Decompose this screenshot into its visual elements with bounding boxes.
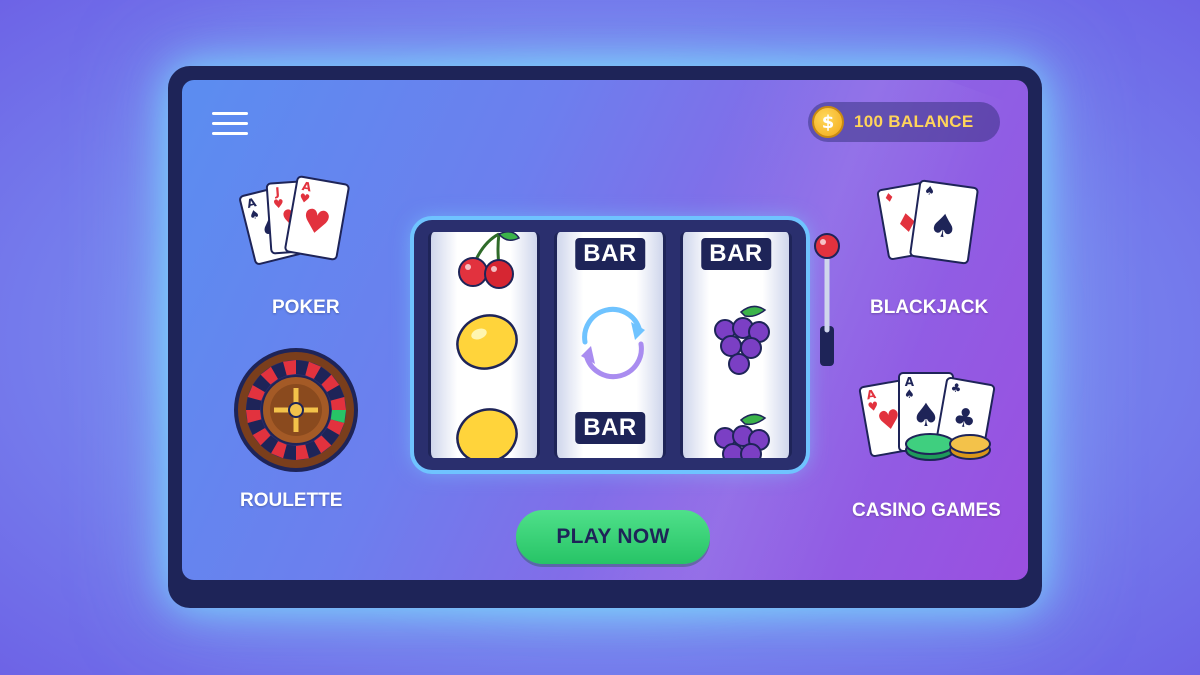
lemon-icon [456, 408, 518, 458]
roulette-wheel-icon [234, 348, 358, 472]
slot-reel-1 [428, 232, 540, 458]
bar-symbol: BAR [701, 238, 771, 270]
game-label-roulette: ROULETTE [240, 490, 343, 511]
balance-text: 100 BALANCE [854, 112, 974, 131]
casino-lobby-screen: $ 100 BALANCE A♠♠ J♥♥ A♥♥ POKER [182, 80, 1028, 580]
hamburger-menu-icon[interactable] [210, 108, 250, 138]
cherry-icon [458, 232, 521, 289]
game-label-casino-games: CASINO GAMES [852, 500, 1001, 521]
game-blackjack[interactable]: ♦ ♦ ♠ ♠ BLACKJACK [854, 175, 1004, 335]
play-now-button[interactable]: PLAY NOW [516, 510, 710, 564]
slot-lever[interactable] [812, 230, 842, 370]
game-casino-games[interactable]: A ♥ ♥ A ♠ ♠ ♣ ♣ CASINO GAMES [838, 370, 1018, 521]
slot-reel-3: BAR [680, 232, 792, 458]
coin-icon: $ [812, 106, 844, 138]
game-label-poker: POKER [272, 297, 340, 318]
game-roulette[interactable]: ROULETTE [226, 348, 366, 518]
slot-reel-2: BAR BAR [554, 232, 666, 458]
tablet-frame: $ 100 BALANCE A♠♠ J♥♥ A♥♥ POKER [168, 66, 1042, 608]
game-poker[interactable]: A♠♠ J♥♥ A♥♥ POKER [238, 174, 351, 335]
bar-symbol: BAR [575, 238, 645, 270]
grapes-icon [714, 413, 770, 458]
slot-machine: BAR BAR BAR [414, 220, 806, 470]
spin-arrows-icon [581, 306, 645, 380]
lemon-icon [456, 314, 518, 370]
grapes-icon [714, 305, 770, 375]
bar-symbol: BAR [575, 412, 645, 444]
balance-badge: $ 100 BALANCE [808, 102, 1000, 142]
game-label-blackjack: BLACKJACK [870, 297, 989, 318]
